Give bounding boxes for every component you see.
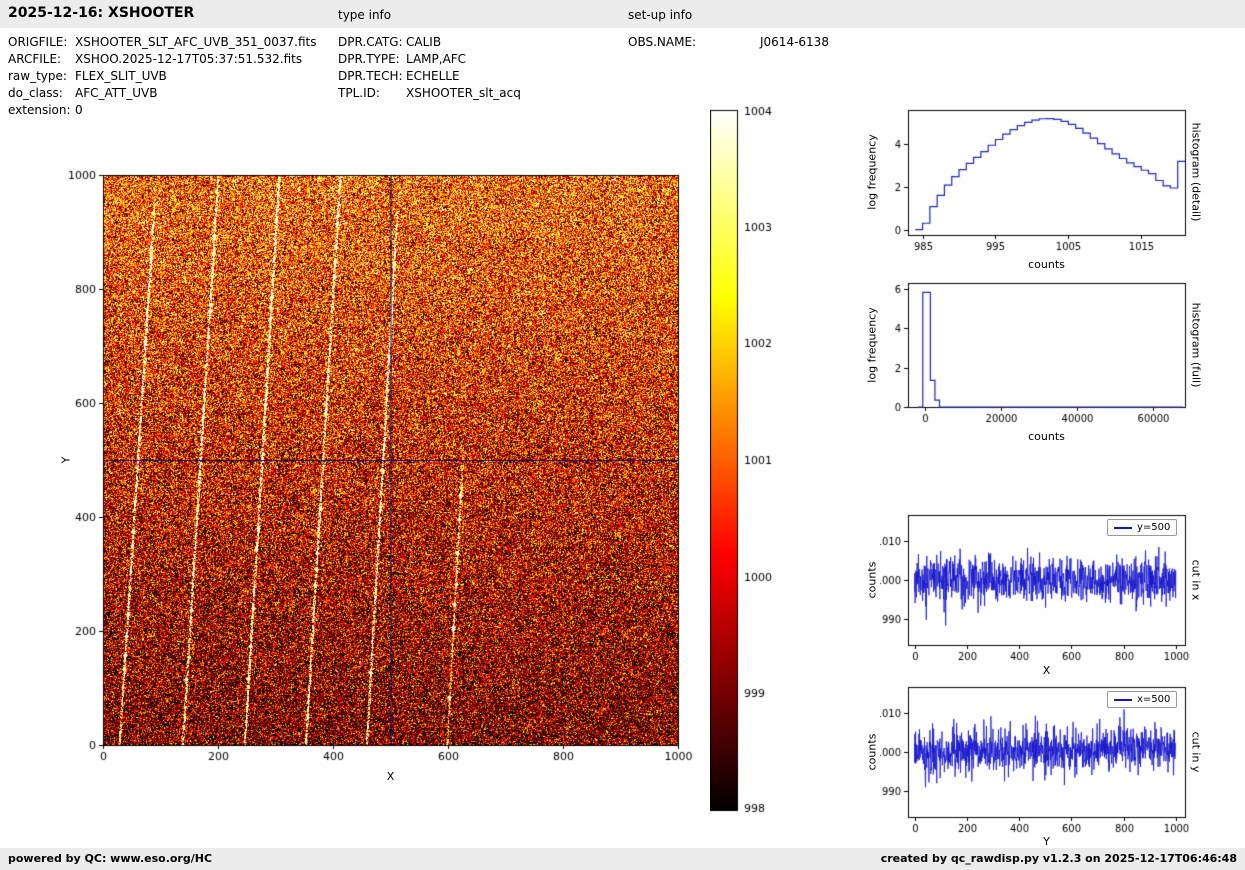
hist-full-side-label: histogram (full) bbox=[1190, 303, 1203, 388]
meta-label-extension: extension: bbox=[8, 103, 71, 117]
cut-x-y-title: counts bbox=[866, 562, 879, 599]
setup-info-heading: set-up info bbox=[628, 8, 692, 22]
footer-left-text: powered by QC: www.eso.org/HC bbox=[8, 852, 212, 865]
meta-label-dprcatg: DPR.CATG: bbox=[338, 35, 403, 49]
cut-y-x-title: Y bbox=[908, 835, 1185, 848]
colorbar-canvas bbox=[710, 104, 774, 816]
meta-label-tplid: TPL.ID: bbox=[338, 86, 380, 100]
cut-y-side-label: cut in y bbox=[1190, 732, 1203, 773]
hist-detail-side-label: histogram (detail) bbox=[1190, 123, 1203, 222]
hist-full-x-title: counts bbox=[908, 430, 1185, 443]
meta-value-extension: 0 bbox=[75, 103, 83, 117]
header-bar: 2025-12-16: XSHOOTER type info set-up in… bbox=[0, 0, 1245, 28]
histogram-detail-canvas bbox=[880, 96, 1198, 260]
qc-report-page: 2025-12-16: XSHOOTER type info set-up in… bbox=[0, 0, 1245, 870]
type-info-heading: type info bbox=[338, 8, 391, 22]
meta-value-obsname: J0614-6138 bbox=[760, 35, 829, 49]
meta-label-dprtype: DPR.TYPE: bbox=[338, 52, 400, 66]
cut-x-legend: y=500 bbox=[1107, 519, 1177, 536]
raw-image-canvas bbox=[60, 160, 700, 780]
cut-y-legend: x=500 bbox=[1107, 691, 1177, 708]
meta-label-rawtype: raw_type: bbox=[8, 69, 67, 83]
meta-value-dprtech: ECHELLE bbox=[406, 69, 460, 83]
meta-value-dprcatg: CALIB bbox=[406, 35, 441, 49]
hist-detail-y-title: log frequency bbox=[866, 134, 879, 209]
meta-value-tplid: XSHOOTER_slt_acq bbox=[406, 86, 521, 100]
meta-value-origfile: XSHOOTER_SLT_AFC_UVB_351_0037.fits bbox=[75, 35, 316, 49]
meta-label-obsname: OBS.NAME: bbox=[628, 35, 696, 49]
meta-value-doclass: AFC_ATT_UVB bbox=[75, 86, 157, 100]
cut-x-side-label: cut in x bbox=[1190, 560, 1203, 601]
main-x-axis-title: X bbox=[103, 770, 678, 783]
meta-label-origfile: ORIGFILE: bbox=[8, 35, 67, 49]
footer-bar: powered by QC: www.eso.org/HC created by… bbox=[0, 848, 1245, 870]
main-y-axis-title: Y bbox=[60, 457, 73, 464]
meta-value-dprtype: LAMP,AFC bbox=[406, 52, 466, 66]
footer-right-text: created by qc_rawdisp.py v1.2.3 on 2025-… bbox=[881, 852, 1237, 865]
cut-x-legend-line bbox=[1114, 527, 1132, 529]
meta-label-doclass: do_class: bbox=[8, 86, 63, 100]
cut-x-legend-label: y=500 bbox=[1137, 522, 1170, 533]
cut-y-legend-line bbox=[1114, 699, 1132, 701]
histogram-full-canvas bbox=[880, 269, 1198, 433]
meta-label-arcfile: ARCFILE: bbox=[8, 52, 61, 66]
meta-label-dprtech: DPR.TECH: bbox=[338, 69, 403, 83]
meta-value-rawtype: FLEX_SLIT_UVB bbox=[75, 69, 167, 83]
meta-value-arcfile: XSHOO.2025-12-17T05:37:51.532.fits bbox=[75, 52, 302, 66]
hist-full-y-title: log frequency bbox=[866, 307, 879, 382]
cut-y-y-title: counts bbox=[866, 734, 879, 771]
page-title: 2025-12-16: XSHOOTER bbox=[8, 5, 194, 21]
cut-y-legend-label: x=500 bbox=[1137, 694, 1170, 705]
